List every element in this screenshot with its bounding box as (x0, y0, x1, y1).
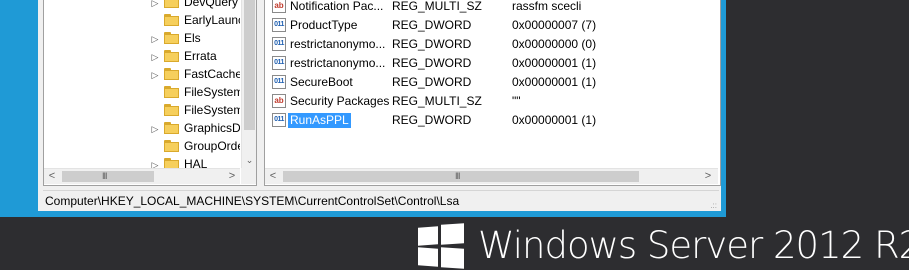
tree-item-label: GroupOrderList (184, 139, 240, 153)
value-type: REG_DWORD (392, 113, 472, 127)
folder-icon (164, 68, 179, 80)
tree-item-label: GraphicsDrivers (184, 121, 240, 135)
value-row[interactable]: 011 restrictanonymo... REG_DWORD 0x00000001… (265, 54, 705, 73)
tree-item[interactable]: ▷ DevQuery (44, 0, 240, 12)
expand-arrow-icon[interactable]: ▷ (150, 32, 160, 46)
value-data: rassfm scecli (512, 0, 582, 13)
value-data: 0x00000001 (1) (512, 75, 597, 89)
tree-item-label: FileSystemUtilities (184, 103, 240, 117)
tree-item-label: Els (184, 31, 201, 45)
expand-arrow-icon[interactable]: ▷ (150, 0, 160, 10)
tree-item[interactable]: FileSystemUtilities (44, 102, 240, 120)
folder-icon (164, 158, 179, 168)
key-tree-pane[interactable]: ▷ DevQuery EarlyLaunch ▷ Els ▷ Errata ▷ FastCach… (43, 0, 257, 186)
value-name: RunAsPPL (287, 112, 352, 129)
tree-item[interactable]: ▷ Errata (44, 48, 240, 66)
folder-icon (164, 0, 179, 8)
values-list-pane[interactable]: ab Notification Pac... REG_MULTI_SZ rassfm … (264, 0, 721, 186)
tree-item-label: FileSystem (184, 85, 240, 99)
binary-value-icon: 011 (272, 18, 286, 32)
string-value-icon: ab (272, 0, 286, 13)
tree-item[interactable]: ▷ Els (44, 30, 240, 48)
value-data: 0x00000007 (7) (512, 18, 597, 32)
tree-item-label: HAL (184, 157, 208, 168)
os-name-text: Windows Server 2012 R2 (478, 224, 909, 267)
key-tree-list: ▷ DevQuery EarlyLaunch ▷ Els ▷ Errata ▷ FastCach… (44, 0, 240, 168)
binary-value-icon: 011 (272, 113, 286, 127)
value-row[interactable]: ab Notification Pac... REG_MULTI_SZ rassfm … (265, 0, 705, 16)
tree-vertical-scrollbar[interactable]: ⌄ (241, 0, 256, 168)
value-type: REG_DWORD (392, 18, 472, 32)
folder-icon (164, 122, 179, 134)
scroll-left-arrow-icon[interactable]: < (44, 169, 60, 184)
value-row[interactable]: 011 ProductType REG_DWORD 0x00000007 (7) (265, 16, 705, 35)
tree-item-label: DevQuery (184, 0, 239, 9)
value-type: REG_DWORD (392, 37, 472, 51)
binary-value-icon: 011 (272, 37, 286, 51)
value-row[interactable]: 011 RunAsPPL REG_DWORD 0x00000001 (1) (265, 111, 705, 130)
scroll-right-arrow-icon[interactable]: > (224, 169, 240, 184)
tree-item-label: Errata (184, 49, 217, 63)
folder-icon (164, 104, 179, 116)
tree-horizontal-scroll-thumb[interactable] (62, 171, 154, 182)
value-name: SecureBoot (290, 75, 353, 89)
tree-item[interactable]: EarlyLaunch (44, 12, 240, 30)
value-type: REG_MULTI_SZ (392, 94, 482, 108)
value-data: "" (512, 94, 521, 108)
value-name: ProductType (290, 18, 358, 32)
value-row[interactable]: ab Security Packages REG_MULTI_SZ "" (265, 92, 705, 111)
tree-item-label: EarlyLaunch (184, 13, 240, 27)
scroll-grip-icon: III (455, 171, 460, 181)
value-type: REG_DWORD (392, 75, 472, 89)
expand-arrow-icon[interactable]: ▷ (150, 158, 160, 168)
resize-grip-icon[interactable]: .:: (710, 201, 717, 210)
scrollbar-corner (241, 168, 256, 184)
scroll-grip-icon: III (102, 171, 107, 181)
value-name: restrictanonymo... (290, 37, 386, 51)
expand-arrow-icon[interactable]: ▷ (150, 50, 160, 64)
tree-horizontal-scrollbar[interactable]: < III > (44, 168, 240, 184)
value-type: REG_MULTI_SZ (392, 0, 482, 13)
tree-item[interactable]: ▷ FastCache (44, 66, 240, 84)
folder-icon (164, 32, 179, 44)
scroll-right-arrow-icon[interactable]: > (700, 169, 716, 184)
value-type: REG_DWORD (392, 56, 472, 70)
value-name: Notification Pac... (290, 0, 384, 13)
string-value-icon: ab (272, 94, 286, 108)
registry-editor-client: ▷ DevQuery EarlyLaunch ▷ Els ▷ Errata ▷ FastCach… (38, 0, 721, 211)
tree-item[interactable]: FileSystem (44, 84, 240, 102)
tree-item[interactable]: ▷ HAL (44, 156, 240, 168)
value-name: restrictanonymo... (290, 56, 386, 70)
values-horizontal-scroll-thumb[interactable] (283, 171, 639, 182)
folder-icon (164, 50, 179, 62)
registry-path-text: Computer\HKEY_LOCAL_MACHINE\SYSTEM\Curre… (45, 194, 460, 208)
scroll-down-arrow-icon[interactable]: ⌄ (242, 153, 256, 168)
scroll-left-arrow-icon[interactable]: < (265, 169, 281, 184)
tree-item[interactable]: ▷ GraphicsDrivers (44, 120, 240, 138)
binary-value-icon: 011 (272, 56, 286, 70)
value-name: Security Packages (290, 94, 390, 108)
value-row[interactable]: 011 SecureBoot REG_DWORD 0x00000001 (1) (265, 73, 705, 92)
value-data: 0x00000000 (0) (512, 37, 597, 51)
folder-icon (164, 14, 179, 26)
expand-arrow-icon[interactable]: ▷ (150, 122, 160, 136)
value-row[interactable]: 011 restrictanonymo... REG_DWORD 0x00000000… (265, 35, 705, 54)
binary-value-icon: 011 (272, 75, 286, 89)
tree-item-label: FastCache (184, 67, 240, 81)
status-bar: Computer\HKEY_LOCAL_MACHINE\SYSTEM\Curre… (43, 190, 719, 211)
expand-arrow-icon[interactable]: ▷ (150, 68, 160, 82)
tree-vertical-scroll-thumb[interactable] (244, 0, 255, 130)
value-data: 0x00000001 (1) (512, 56, 597, 70)
values-horizontal-scrollbar[interactable]: < III > (265, 168, 718, 184)
registry-editor-window: ▷ DevQuery EarlyLaunch ▷ Els ▷ Errata ▷ FastCach… (0, 0, 726, 217)
folder-icon (164, 140, 179, 152)
tree-item[interactable]: GroupOrderList (44, 138, 240, 156)
value-data: 0x00000001 (1) (512, 113, 597, 127)
folder-icon (164, 86, 179, 98)
windows-logo-icon (418, 223, 464, 270)
